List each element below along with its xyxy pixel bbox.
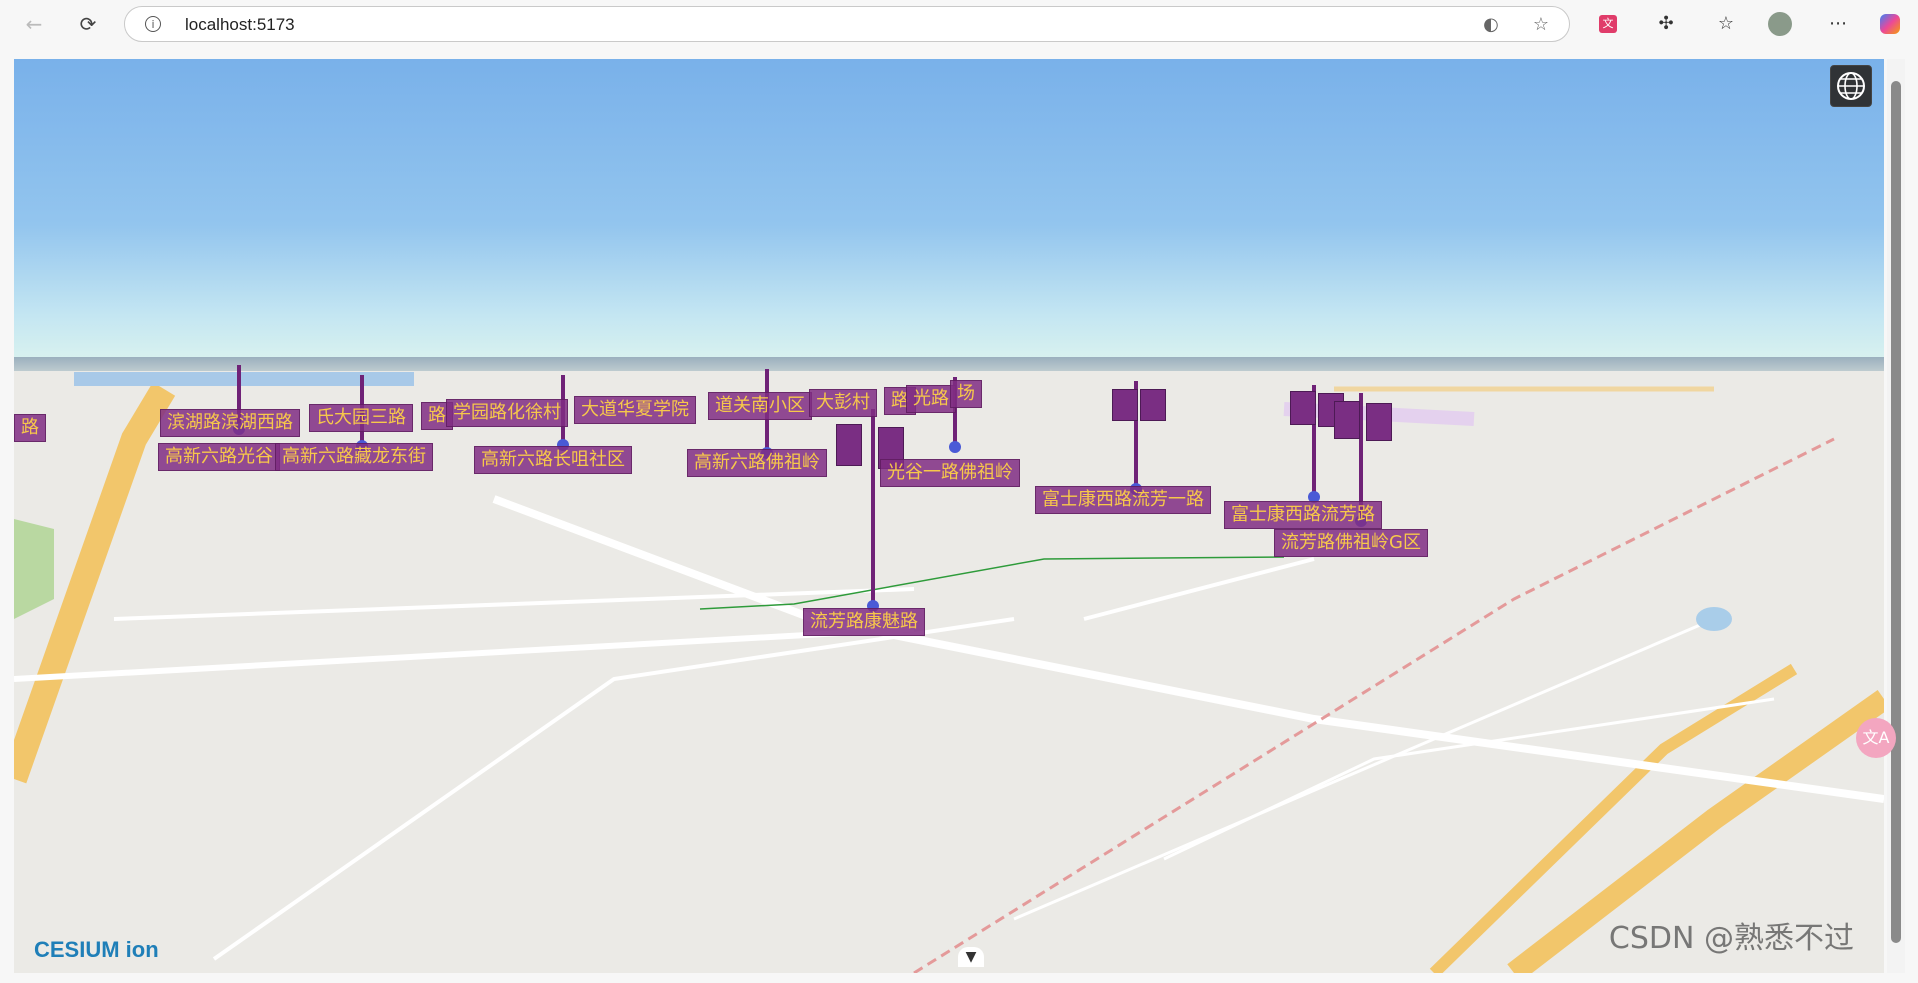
read-aloud-icon[interactable]: ◐ bbox=[1481, 15, 1501, 35]
back-arrow-icon[interactable]: ← bbox=[20, 10, 48, 38]
station-label[interactable]: 大道华夏学院 bbox=[574, 396, 696, 424]
copilot-icon[interactable] bbox=[1876, 10, 1904, 38]
marker-dot[interactable] bbox=[949, 441, 961, 453]
chevron-down-icon[interactable]: ▼ bbox=[958, 947, 984, 967]
station-label[interactable]: 氏大园三路 bbox=[309, 404, 413, 432]
station-label[interactable]: 光路 bbox=[906, 385, 956, 413]
station-label[interactable]: 道关南小区 bbox=[708, 392, 812, 420]
profile-avatar[interactable] bbox=[1766, 10, 1794, 38]
globe-icon bbox=[1837, 72, 1865, 100]
station-label[interactable]: 流芳路佛祖岭G区 bbox=[1274, 529, 1428, 557]
browser-toolbar: ← ⟳ i localhost:5173 ◐ ☆ 文 ✣ ☆ ⋯ bbox=[0, 0, 1918, 48]
station-label[interactable]: 高新六路光谷 bbox=[158, 443, 280, 471]
scroll-thumb[interactable] bbox=[1891, 81, 1901, 943]
site-info-icon[interactable]: i bbox=[145, 16, 161, 32]
station-label[interactable]: 大彭村 bbox=[809, 389, 877, 417]
reload-icon[interactable]: ⟳ bbox=[74, 10, 102, 38]
station-label[interactable]: 路 bbox=[14, 414, 46, 442]
translate-extension-icon[interactable]: 文 bbox=[1594, 10, 1622, 38]
station-label[interactable]: 富士康西路流芳路 bbox=[1224, 501, 1382, 529]
station-label[interactable]: 学园路化徐村 bbox=[446, 399, 568, 427]
page-scrollbar[interactable] bbox=[1887, 59, 1905, 973]
marker-flag bbox=[1334, 401, 1360, 439]
translate-icon[interactable]: 文A bbox=[1856, 718, 1896, 758]
cesium-ion-logo[interactable]: CESIUM ion bbox=[34, 937, 159, 963]
marker-flag bbox=[836, 424, 862, 466]
address-bar[interactable]: i localhost:5173 ◐ ☆ bbox=[124, 6, 1570, 42]
favorites-icon[interactable]: ☆ bbox=[1712, 10, 1740, 38]
station-label[interactable]: 高新六路长咀社区 bbox=[474, 446, 632, 474]
station-label[interactable]: 光谷一路佛祖岭 bbox=[880, 459, 1020, 487]
watermark: CSDN @熟悉不过 bbox=[1608, 921, 1854, 956]
marker-flag bbox=[1140, 389, 1166, 421]
route-line bbox=[699, 556, 1285, 610]
marker-flag bbox=[1366, 403, 1392, 441]
map-roads bbox=[14, 372, 1884, 973]
marker-pole bbox=[871, 409, 875, 605]
favorite-star-icon[interactable]: ☆ bbox=[1531, 15, 1551, 35]
cesium-viewer[interactable]: 路 滨湖路滨湖西路 氏大园三路 路 学园路化徐村 大道华夏学院 道关南小区 大彭… bbox=[14, 59, 1884, 973]
station-label[interactable]: 高新六路藏龙东街 bbox=[275, 443, 433, 471]
station-label[interactable]: 富士康西路流芳一路 bbox=[1035, 486, 1211, 514]
more-menu-icon[interactable]: ⋯ bbox=[1824, 10, 1852, 38]
station-label[interactable]: 滨湖路滨湖西路 bbox=[160, 409, 300, 437]
url-text[interactable]: localhost:5173 bbox=[185, 15, 295, 35]
station-label[interactable]: 场 bbox=[950, 380, 982, 408]
marker-flag bbox=[1112, 389, 1138, 421]
station-label[interactable]: 流芳路康魅路 bbox=[803, 608, 925, 636]
extensions-icon[interactable]: ✣ bbox=[1652, 10, 1680, 38]
station-label[interactable]: 高新六路佛祖岭 bbox=[687, 449, 827, 477]
base-layer-picker-button[interactable] bbox=[1830, 65, 1872, 107]
marker-flag bbox=[1290, 391, 1316, 425]
